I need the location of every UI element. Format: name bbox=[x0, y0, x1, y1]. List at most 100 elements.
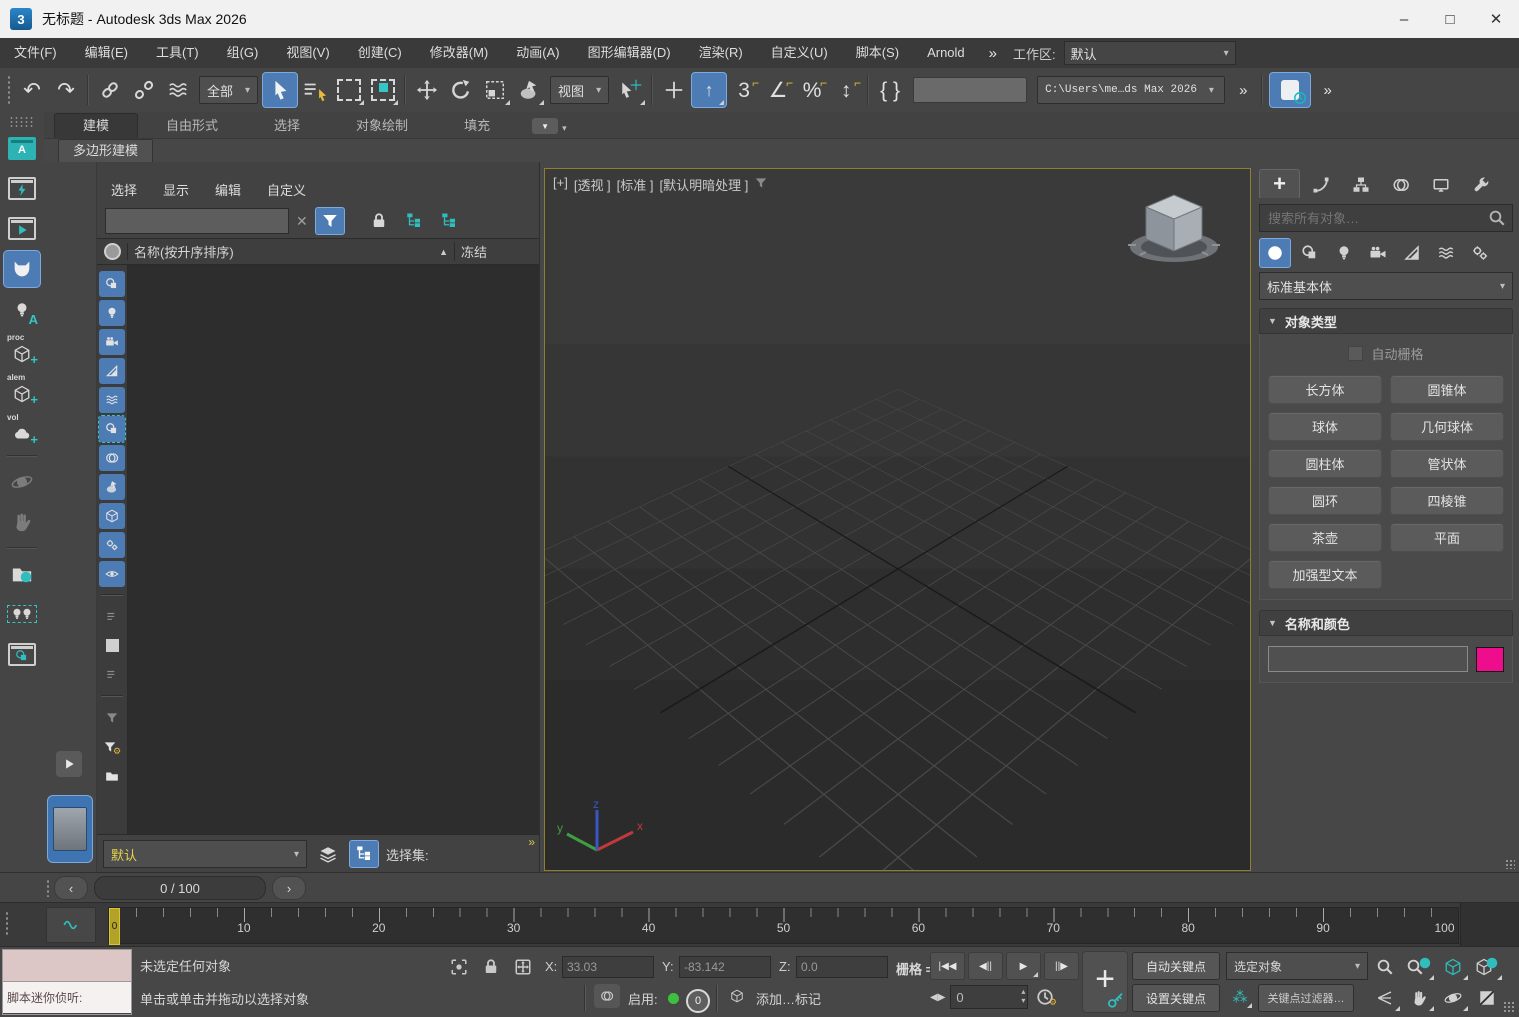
spin-up-icon[interactable]: ▴ bbox=[1021, 987, 1025, 996]
ribbon-minimize-button[interactable]: ▼ bbox=[532, 118, 558, 134]
zoom-all-icon[interactable] bbox=[1402, 951, 1436, 982]
display-shapes-toggle[interactable] bbox=[99, 271, 125, 297]
layout-flyout-button[interactable] bbox=[56, 751, 82, 777]
auto-key-button[interactable]: 自动关键点 bbox=[1132, 952, 1220, 980]
selection-preset-dropdown[interactable]: 选定对象 ▾ bbox=[1226, 952, 1368, 980]
menu-group[interactable]: 组(G) bbox=[213, 38, 273, 68]
unlink-selection-icon[interactable] bbox=[127, 73, 161, 107]
viewport-shading-menu[interactable]: [默认明暗处理 ] bbox=[660, 175, 749, 194]
counter-badge[interactable]: 0 bbox=[686, 989, 710, 1013]
current-frame-field[interactable]: 0 ▴▾ bbox=[950, 985, 1028, 1009]
maximize-viewport-toggle[interactable] bbox=[1470, 982, 1504, 1013]
snap-3d-toggle[interactable]: 3⌐ bbox=[727, 73, 761, 107]
z-coordinate-field[interactable] bbox=[796, 956, 888, 978]
primitive-category-dropdown[interactable]: 标准基本体 ▾ bbox=[1259, 272, 1513, 300]
explorer-preset-dropdown[interactable]: 默认 ▾ bbox=[103, 840, 307, 868]
maxscript-mini-listener[interactable]: 脚本迷你侦听: bbox=[2, 949, 132, 1015]
pyramid-button[interactable]: 四棱锥 bbox=[1390, 486, 1504, 515]
ribbon-tab-object-paint[interactable]: 对象绘制 bbox=[328, 114, 436, 138]
menu-views[interactable]: 视图(V) bbox=[272, 38, 343, 68]
object-name-input[interactable] bbox=[1268, 646, 1468, 672]
zoom-extents-all-icon[interactable] bbox=[1470, 951, 1504, 982]
menu-graph-editors[interactable]: 图形编辑器(D) bbox=[574, 38, 685, 68]
category-helpers[interactable] bbox=[1397, 239, 1427, 267]
spin-down-icon[interactable]: ▾ bbox=[1021, 996, 1025, 1005]
filter-settings-icon[interactable]: ⚙ bbox=[99, 734, 125, 760]
category-geometry[interactable] bbox=[1259, 238, 1291, 268]
textplus-button[interactable]: 加强型文本 bbox=[1268, 560, 1382, 589]
perspective-viewport[interactable]: [+] [透视 ] [标准 ] [默认明暗处理 ] bbox=[544, 168, 1251, 871]
alem-add-icon[interactable]: alem+ bbox=[4, 372, 40, 408]
selection-lock-icon[interactable] bbox=[478, 955, 504, 979]
layers-icon[interactable] bbox=[314, 841, 342, 867]
blank-view-icon[interactable] bbox=[99, 633, 125, 659]
physics-icon[interactable] bbox=[4, 464, 40, 500]
listener-script-field[interactable]: 脚本迷你侦听: bbox=[3, 982, 131, 1013]
tube-button[interactable]: 管状体 bbox=[1390, 449, 1504, 478]
per-view-filter-icon[interactable] bbox=[754, 176, 768, 190]
window-lightning-icon[interactable] bbox=[4, 170, 40, 206]
category-systems[interactable] bbox=[1465, 239, 1495, 267]
object-type-rollout-header[interactable]: ▼ 对象类型 bbox=[1259, 308, 1513, 334]
close-button[interactable]: ✕ bbox=[1473, 0, 1519, 38]
display-hidden-toggle[interactable] bbox=[99, 561, 125, 587]
zoom-extents-icon[interactable] bbox=[1436, 951, 1470, 982]
timeline-drag-handle[interactable] bbox=[5, 911, 10, 937]
minimize-button[interactable]: – bbox=[1381, 0, 1427, 38]
maximize-button[interactable]: □ bbox=[1427, 0, 1473, 38]
menu-arnold[interactable]: Arnold bbox=[913, 38, 979, 68]
frame-counter[interactable]: 0 / 100 bbox=[94, 876, 266, 900]
box-button[interactable]: 长方体 bbox=[1268, 375, 1382, 404]
workspace-dropdown[interactable]: 默认 ▾ bbox=[1064, 41, 1236, 65]
category-cameras[interactable] bbox=[1363, 239, 1393, 267]
menu-tools[interactable]: 工具(T) bbox=[142, 38, 213, 68]
redo-button[interactable]: ↷ bbox=[49, 73, 83, 107]
display-bones-toggle[interactable] bbox=[99, 474, 125, 500]
field-of-view-icon[interactable] bbox=[1368, 982, 1402, 1013]
lock-explorer-icon[interactable] bbox=[365, 208, 393, 234]
project-folder-dropdown[interactable]: C:\Users\me…ds Max 2026 ▾ bbox=[1037, 76, 1225, 104]
key-filters-button[interactable]: 关键点过滤器… bbox=[1258, 984, 1354, 1012]
geosphere-button[interactable]: 几何球体 bbox=[1390, 412, 1504, 441]
shield-icon[interactable] bbox=[594, 984, 620, 1008]
play-animation-button[interactable]: ▶ bbox=[1006, 952, 1041, 980]
menu-file[interactable]: 文件(F) bbox=[0, 38, 71, 68]
lights-selection-icon[interactable] bbox=[4, 596, 40, 632]
category-shapes[interactable] bbox=[1295, 239, 1325, 267]
viewcube[interactable] bbox=[1114, 181, 1234, 281]
set-keys-button[interactable]: + bbox=[1082, 951, 1128, 1013]
display-spacewarps-toggle[interactable] bbox=[99, 387, 125, 413]
go-to-start-button[interactable]: |◀◀ bbox=[930, 952, 965, 980]
toolbar-drag-handle[interactable] bbox=[7, 75, 12, 105]
spinner-snap-toggle[interactable]: ↕⌐ bbox=[829, 73, 863, 107]
scene-object-list[interactable] bbox=[128, 265, 539, 834]
select-and-move-button[interactable] bbox=[410, 73, 444, 107]
bind-to-space-warp-icon[interactable] bbox=[161, 73, 195, 107]
selection-filter-dropdown[interactable]: 全部▾ bbox=[199, 76, 258, 104]
select-object-button[interactable] bbox=[262, 72, 298, 108]
reference-coordinate-system-dropdown[interactable]: 视图▾ bbox=[550, 76, 609, 104]
cylinder-button[interactable]: 圆柱体 bbox=[1268, 449, 1382, 478]
cube-outline-icon[interactable] bbox=[724, 984, 750, 1008]
select-and-link-icon[interactable] bbox=[93, 73, 127, 107]
time-configuration-icon[interactable]: ⚙ bbox=[1033, 985, 1059, 1009]
menu-overflow-chevrons[interactable]: » bbox=[979, 45, 1007, 62]
select-and-rotate-button[interactable] bbox=[444, 73, 478, 107]
viewport-general-menu[interactable]: [+] bbox=[553, 175, 568, 194]
angle-snap-toggle[interactable]: ∠⌐ bbox=[761, 73, 795, 107]
display-geometry-toggle[interactable] bbox=[99, 416, 125, 442]
hierarchy-view-button[interactable] bbox=[349, 840, 379, 868]
name-color-rollout-header[interactable]: ▼ 名称和颜色 bbox=[1259, 610, 1513, 636]
menu-scripting[interactable]: 脚本(S) bbox=[842, 38, 913, 68]
plane-button[interactable]: 平面 bbox=[1390, 523, 1504, 552]
explorer-menu-select[interactable]: 选择 bbox=[111, 180, 137, 199]
display-containers-toggle[interactable] bbox=[99, 503, 125, 529]
autogrid-checkbox[interactable] bbox=[1348, 346, 1363, 361]
x-coordinate-field[interactable] bbox=[562, 956, 654, 978]
menu-rendering[interactable]: 渲染(R) bbox=[685, 38, 757, 68]
column-type-icon[interactable] bbox=[97, 243, 128, 260]
key-mode-toggle[interactable]: ⁂ bbox=[1226, 984, 1254, 1010]
clear-search-icon[interactable]: ✕ bbox=[296, 213, 308, 230]
set-key-button[interactable]: 设置关键点 bbox=[1132, 984, 1220, 1012]
explorer-search-input[interactable] bbox=[105, 208, 289, 234]
